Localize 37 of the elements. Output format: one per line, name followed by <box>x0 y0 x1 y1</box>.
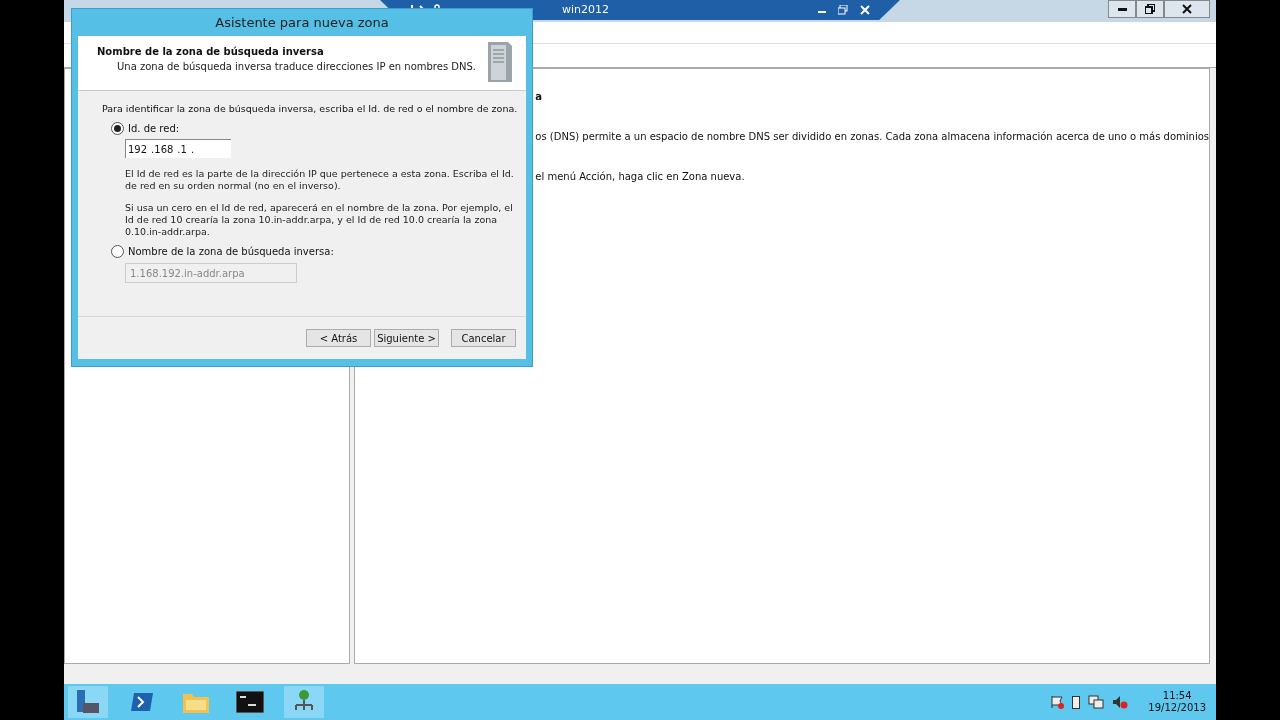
clock-date: 19/12/2013 <box>1148 702 1206 714</box>
clock[interactable]: 11:54 19/12/2013 <box>1142 690 1212 714</box>
server-manager-icon[interactable] <box>68 686 108 718</box>
flag-icon <box>1050 695 1065 709</box>
octet-text: .168 <box>151 142 174 157</box>
option-label[interactable]: Id. de red: <box>128 121 180 137</box>
close-icon[interactable] <box>860 5 870 15</box>
speaker-muted-icon <box>1112 695 1129 709</box>
wizard-button[interactable]: Siguiente > <box>374 329 439 347</box>
restore-icon[interactable] <box>838 5 848 15</box>
wizard-button[interactable]: < Atrás <box>306 329 371 347</box>
radio-button[interactable] <box>111 122 124 136</box>
instruction-text: Para identificar la zona de búsqueda inversa, escriba el Id. de red o el nombre de zona. <box>102 102 519 116</box>
details-text: el menú Acción, haga clic en Zona nueva. <box>535 170 746 184</box>
network-icon[interactable] <box>284 686 324 718</box>
network-status-icon <box>1088 695 1105 709</box>
connection-title: win2012 <box>562 1 610 18</box>
network-id-field[interactable]: 192 .168 .1 . <box>125 139 231 159</box>
restore-button[interactable] <box>1136 0 1164 18</box>
help-text: Si usa un cero en el Id de red, aparecerá en el nombre de la zona. Por ejemplo, el Id de red 10 crearía la zona 10.in-addr.arpa, y el Id de red 10.0 crearía la zona 0.10.in-addr.arpa. <box>125 202 514 239</box>
octet-text: 192 <box>128 142 148 157</box>
dialog-title: Asistente para nueva zona <box>215 13 389 32</box>
octet-text: .1 <box>177 142 187 157</box>
minimize-button[interactable] <box>1108 0 1136 18</box>
close-button[interactable] <box>1164 0 1210 18</box>
clock-time: 11:54 <box>1162 690 1192 702</box>
details-text: os (DNS) permite a un espacio de nombre DNS ser dividido en zonas. Cada zona almacena información acerca de uno o más dominios <box>535 130 1209 144</box>
battery-icon <box>1072 695 1081 709</box>
details-heading: a <box>535 90 544 104</box>
minimize-icon <box>1117 7 1127 11</box>
wizard-button[interactable]: Cancelar <box>451 329 516 347</box>
close-icon <box>1182 4 1192 14</box>
restore-icon <box>1145 4 1155 14</box>
help-text: El Id de red es la parte de la dirección IP que pertenece a esta zona. Escriba el Id. de red en su orden normal (no en el inverso). <box>125 168 515 193</box>
octet-text: . <box>190 142 195 157</box>
header-subtitle: Una zona de búsqueda inversa traduce direcciones IP en nombres DNS. <box>116 60 477 74</box>
header-title: Nombre de la zona de búsqueda inversa <box>97 45 325 59</box>
